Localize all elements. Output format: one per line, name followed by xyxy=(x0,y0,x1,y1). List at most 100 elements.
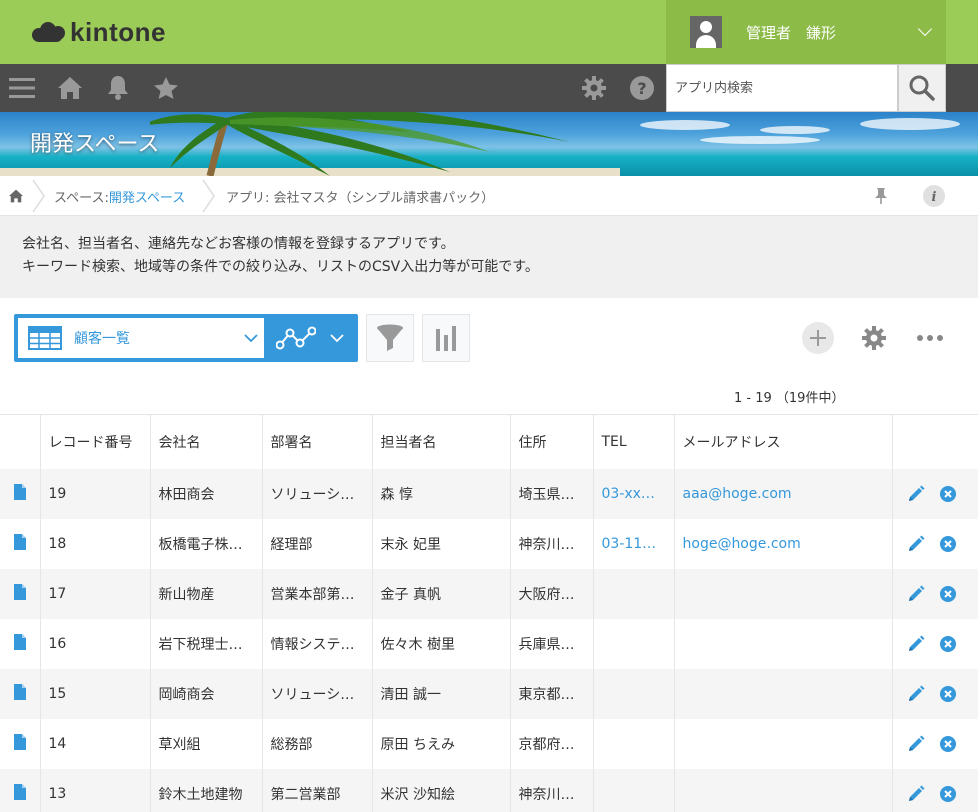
document-icon[interactable] xyxy=(13,733,26,750)
record-detail-cell[interactable] xyxy=(0,568,40,619)
delete-icon[interactable] xyxy=(939,485,957,503)
cell-company-name: 鈴木土地建物 xyxy=(149,768,262,812)
view-dropdown[interactable]: 顧客一覧 xyxy=(18,318,264,358)
table-header-row: レコード番号 会社名 部署名 担当者名 住所 TEL メールアドレス xyxy=(0,414,978,469)
bell-icon[interactable] xyxy=(104,64,132,112)
column-header-email[interactable]: メールアドレス xyxy=(673,414,892,469)
table-row: 15 岡崎商会 ソリューシ… 清田 誠一 東京都… xyxy=(0,668,978,719)
cell-person-name: 森 惇 xyxy=(371,468,510,519)
cell-tel[interactable]: 03-11… xyxy=(592,518,674,569)
bar-chart-icon xyxy=(436,326,456,351)
cell-company-name: 岡崎商会 xyxy=(149,668,262,719)
palm-tree-image xyxy=(150,112,570,176)
cloud-logo-icon xyxy=(32,20,68,44)
record-detail-cell[interactable] xyxy=(0,668,40,719)
edit-icon[interactable] xyxy=(907,535,925,553)
document-icon[interactable] xyxy=(13,483,26,500)
cell-tel[interactable]: 03-xx… xyxy=(592,468,674,519)
cell-tel xyxy=(592,568,674,619)
cell-record-number: 19 xyxy=(39,468,150,519)
cell-address: 京都府… xyxy=(509,718,593,769)
edit-icon[interactable] xyxy=(907,585,925,603)
filter-icon xyxy=(377,324,403,351)
cell-company-name: 岩下税理士… xyxy=(149,618,262,669)
cell-company-name: 板橋電子株… xyxy=(149,518,262,569)
document-icon[interactable] xyxy=(13,533,26,550)
column-header-company[interactable]: 会社名 xyxy=(149,414,262,469)
cell-tel xyxy=(592,768,674,812)
graph-icon xyxy=(276,326,316,350)
menu-icon[interactable] xyxy=(8,64,36,112)
delete-icon[interactable] xyxy=(939,735,957,753)
document-icon[interactable] xyxy=(13,783,26,800)
delete-icon[interactable] xyxy=(939,585,957,603)
edit-icon[interactable] xyxy=(907,485,925,503)
breadcrumb-space-link[interactable]: 開発スペース xyxy=(109,187,185,206)
info-icon[interactable]: i xyxy=(922,176,946,216)
home-icon[interactable] xyxy=(56,64,84,112)
cell-tel xyxy=(592,668,674,719)
cell-record-number: 13 xyxy=(39,768,150,812)
filter-button[interactable] xyxy=(366,314,414,362)
cell-email xyxy=(673,568,892,619)
cell-email[interactable]: hoge@hoge.com xyxy=(673,518,892,569)
user-menu[interactable]: 管理者 鎌形 xyxy=(666,0,946,64)
breadcrumb-separator-icon xyxy=(32,180,45,212)
delete-icon[interactable] xyxy=(939,535,957,553)
record-detail-cell[interactable] xyxy=(0,618,40,669)
delete-icon[interactable] xyxy=(939,635,957,653)
row-actions xyxy=(891,768,978,812)
home-icon xyxy=(9,189,23,203)
record-detail-cell[interactable] xyxy=(0,718,40,769)
delete-icon[interactable] xyxy=(939,785,957,803)
cell-email xyxy=(673,718,892,769)
description-line: 会社名、担当者名、連絡先などお客様の情報を登録するアプリです。 xyxy=(22,236,455,252)
pin-icon[interactable] xyxy=(874,176,888,216)
column-header-tel[interactable]: TEL xyxy=(592,414,674,469)
graph-button[interactable] xyxy=(422,314,470,362)
column-header-department[interactable]: 部署名 xyxy=(261,414,372,469)
breadcrumb-space[interactable]: スペース: 開発スペース xyxy=(54,176,185,216)
row-actions xyxy=(891,668,978,719)
document-icon[interactable] xyxy=(13,583,26,600)
space-title: 開発スペース xyxy=(30,132,160,157)
cell-email[interactable]: aaa@hoge.com xyxy=(673,468,892,519)
edit-icon[interactable] xyxy=(907,735,925,753)
cell-email xyxy=(673,618,892,669)
table-view-icon xyxy=(28,326,62,350)
record-detail-cell[interactable] xyxy=(0,518,40,569)
add-record-button[interactable] xyxy=(802,322,834,354)
column-header-record-number[interactable]: レコード番号 xyxy=(39,414,150,469)
cell-record-number: 14 xyxy=(39,718,150,769)
table-row: 14 草刈組 総務部 原田 ちえみ 京都府… xyxy=(0,718,978,769)
gear-icon xyxy=(862,326,886,350)
search-input[interactable] xyxy=(667,65,897,111)
document-icon[interactable] xyxy=(13,633,26,650)
record-detail-cell[interactable] xyxy=(0,468,40,519)
record-count: 1 - 19 （19件中） xyxy=(734,391,845,406)
record-detail-cell[interactable] xyxy=(0,768,40,812)
chevron-down-icon xyxy=(244,334,258,343)
kintone-logo[interactable]: kintone xyxy=(32,14,166,50)
search-button[interactable] xyxy=(898,64,946,112)
delete-icon[interactable] xyxy=(939,685,957,703)
app-settings-button[interactable] xyxy=(858,322,890,354)
help-icon[interactable]: ? xyxy=(628,64,656,112)
breadcrumb-home[interactable] xyxy=(8,176,24,216)
table-row: 13 鈴木土地建物 第二営業部 米沢 沙知絵 神奈川… xyxy=(0,768,978,812)
cell-department: 総務部 xyxy=(261,718,372,769)
cell-address: 東京都… xyxy=(509,668,593,719)
more-options-button[interactable] xyxy=(914,322,946,354)
view-selector: 顧客一覧 xyxy=(14,314,358,362)
column-header-person[interactable]: 担当者名 xyxy=(371,414,510,469)
cell-tel xyxy=(592,618,674,669)
graph-dropdown[interactable] xyxy=(270,314,358,362)
column-header-address[interactable]: 住所 xyxy=(509,414,593,469)
cell-department: 営業本部第… xyxy=(261,568,372,619)
edit-icon[interactable] xyxy=(907,635,925,653)
edit-icon[interactable] xyxy=(907,685,925,703)
star-icon[interactable] xyxy=(152,64,180,112)
gear-icon[interactable] xyxy=(580,64,608,112)
edit-icon[interactable] xyxy=(907,785,925,803)
document-icon[interactable] xyxy=(13,683,26,700)
